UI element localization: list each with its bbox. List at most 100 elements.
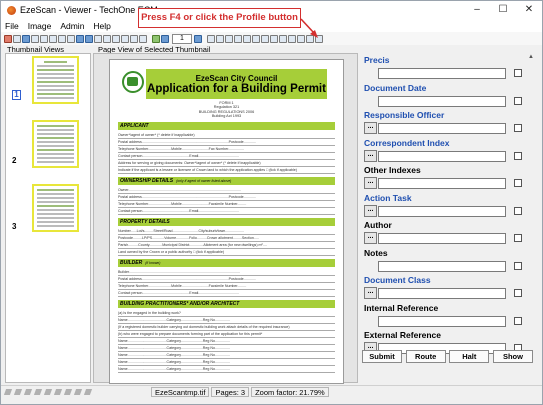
cut-icon[interactable] [40, 34, 48, 43]
other-indexes-input[interactable] [378, 178, 506, 189]
thumbnail-pane: 1 2 3 [5, 53, 91, 383]
correspondent-index-input[interactable] [378, 150, 506, 162]
menu-image[interactable]: Image [28, 21, 52, 31]
eraser-icon[interactable] [63, 388, 73, 395]
merge-icon[interactable] [288, 34, 296, 43]
notes-input[interactable] [378, 260, 506, 272]
crop-icon[interactable] [103, 34, 111, 43]
form-row: (If a registered domestic builder carryi… [118, 324, 335, 331]
lookup-button[interactable]: ... [364, 287, 377, 299]
lookup-button[interactable]: ... [364, 177, 377, 189]
lookup-button[interactable]: ... [364, 149, 377, 162]
arrow-icon[interactable] [33, 388, 43, 395]
undo-icon[interactable] [130, 34, 138, 43]
notes-checkbox[interactable] [514, 261, 522, 270]
stamp-icon[interactable] [73, 388, 83, 395]
minimize-button[interactable]: – [464, 1, 490, 19]
rotate-left-icon[interactable] [76, 34, 84, 43]
thumbnail-page-1[interactable] [32, 56, 79, 104]
select-area-icon[interactable] [261, 34, 269, 43]
print-icon[interactable] [31, 34, 39, 43]
precis-checkbox[interactable] [514, 69, 522, 77]
form-row: Postal address..........................… [118, 139, 335, 146]
document-class-input[interactable] [378, 288, 506, 299]
page-view-pane[interactable]: EzeScan City Council Application for a B… [93, 53, 358, 384]
save-icon[interactable] [22, 34, 30, 43]
form-section-heading: PROPERTY DETAILS [118, 217, 335, 226]
rectangle-icon[interactable] [43, 388, 53, 395]
other-indexes-checkbox[interactable] [514, 179, 522, 187]
form-row: Builder.................................… [118, 269, 335, 276]
thumbnail-page-2[interactable] [32, 120, 79, 168]
line-icon[interactable] [23, 388, 33, 395]
delete-icon[interactable] [67, 34, 75, 43]
menu-admin[interactable]: Admin [60, 21, 84, 31]
form-row: Contact person..........................… [118, 290, 335, 297]
paste-icon[interactable] [58, 34, 66, 43]
form-row: Postcode.........LP/PS............Volume… [118, 235, 335, 242]
dropdown-icon[interactable] [315, 34, 323, 43]
scroll-up-icon[interactable]: ▲ [527, 53, 535, 61]
highlighter-icon[interactable] [13, 388, 23, 395]
open-icon[interactable] [13, 34, 21, 43]
copy-icon[interactable] [49, 34, 57, 43]
internal-reference-input[interactable] [378, 315, 506, 327]
actual-size-icon[interactable] [252, 34, 260, 43]
index-pane-scrollbar[interactable]: ▲ ▼ [527, 53, 535, 361]
fit-width-icon[interactable] [234, 34, 242, 43]
form-row: Owner*/agent of owner* (* delete if inap… [118, 132, 335, 139]
flip-icon[interactable] [94, 34, 102, 43]
document-date-checkbox[interactable] [514, 96, 522, 105]
responsible-officer-input[interactable] [378, 123, 506, 134]
show-button[interactable]: Show [492, 350, 533, 363]
pen-icon[interactable] [306, 34, 314, 43]
author-input[interactable] [378, 233, 506, 244]
document-class-checkbox[interactable] [514, 289, 522, 297]
menu-file[interactable]: File [5, 21, 19, 31]
fit-page-icon[interactable] [243, 34, 251, 43]
action-task-input[interactable] [378, 205, 506, 217]
profile-icon[interactable] [225, 34, 233, 43]
page-number-input[interactable]: 1 [172, 33, 192, 44]
precis-input[interactable] [378, 68, 506, 79]
field-label: Notes [364, 247, 388, 258]
form-row: Name....................................… [118, 338, 335, 345]
section-heading-text: PROPERTY DETAILS [120, 218, 170, 225]
document-banner: EzeScan City Council Application for a B… [122, 69, 327, 99]
ocr-icon[interactable] [297, 34, 305, 43]
form-row: Contact person..........................… [118, 208, 335, 215]
submit-button[interactable]: Submit [362, 350, 402, 363]
document-date-input[interactable] [378, 95, 506, 107]
despeckle-icon[interactable] [121, 34, 129, 43]
text-icon[interactable] [53, 388, 63, 395]
lookup-button[interactable]: ... [364, 204, 377, 217]
lookup-button[interactable]: ... [364, 122, 377, 134]
deskew-icon[interactable] [112, 34, 120, 43]
thumbnail-page-3[interactable] [32, 184, 79, 232]
pen-icon[interactable] [3, 388, 13, 395]
halt-button[interactable]: Halt [449, 350, 490, 363]
approve-icon[interactable] [152, 34, 160, 43]
responsible-officer-checkbox[interactable] [514, 124, 522, 132]
zoom-in-icon[interactable] [207, 34, 215, 43]
index-field-action-task: Action Task... [364, 192, 524, 217]
correspondent-index-checkbox[interactable] [514, 151, 522, 160]
note-icon[interactable] [83, 388, 93, 395]
action-task-checkbox[interactable] [514, 206, 522, 215]
scan-icon[interactable] [4, 34, 12, 43]
maximize-button[interactable]: ☐ [490, 1, 516, 19]
close-button[interactable]: ✕ [516, 1, 542, 19]
menu-help[interactable]: Help [93, 21, 110, 31]
redo-icon[interactable] [139, 34, 147, 43]
internal-reference-checkbox[interactable] [514, 316, 522, 325]
route-button[interactable]: Route [405, 350, 446, 363]
author-checkbox[interactable] [514, 234, 522, 242]
rotate-right-icon[interactable] [85, 34, 93, 43]
zoom-out-icon[interactable] [216, 34, 224, 43]
split-icon[interactable] [279, 34, 287, 43]
annotate-icon[interactable] [270, 34, 278, 43]
lookup-button[interactable]: ... [364, 232, 377, 244]
next-page-icon[interactable] [194, 34, 202, 43]
previous-page-icon[interactable] [161, 34, 169, 43]
field-label: Action Task [364, 192, 412, 203]
